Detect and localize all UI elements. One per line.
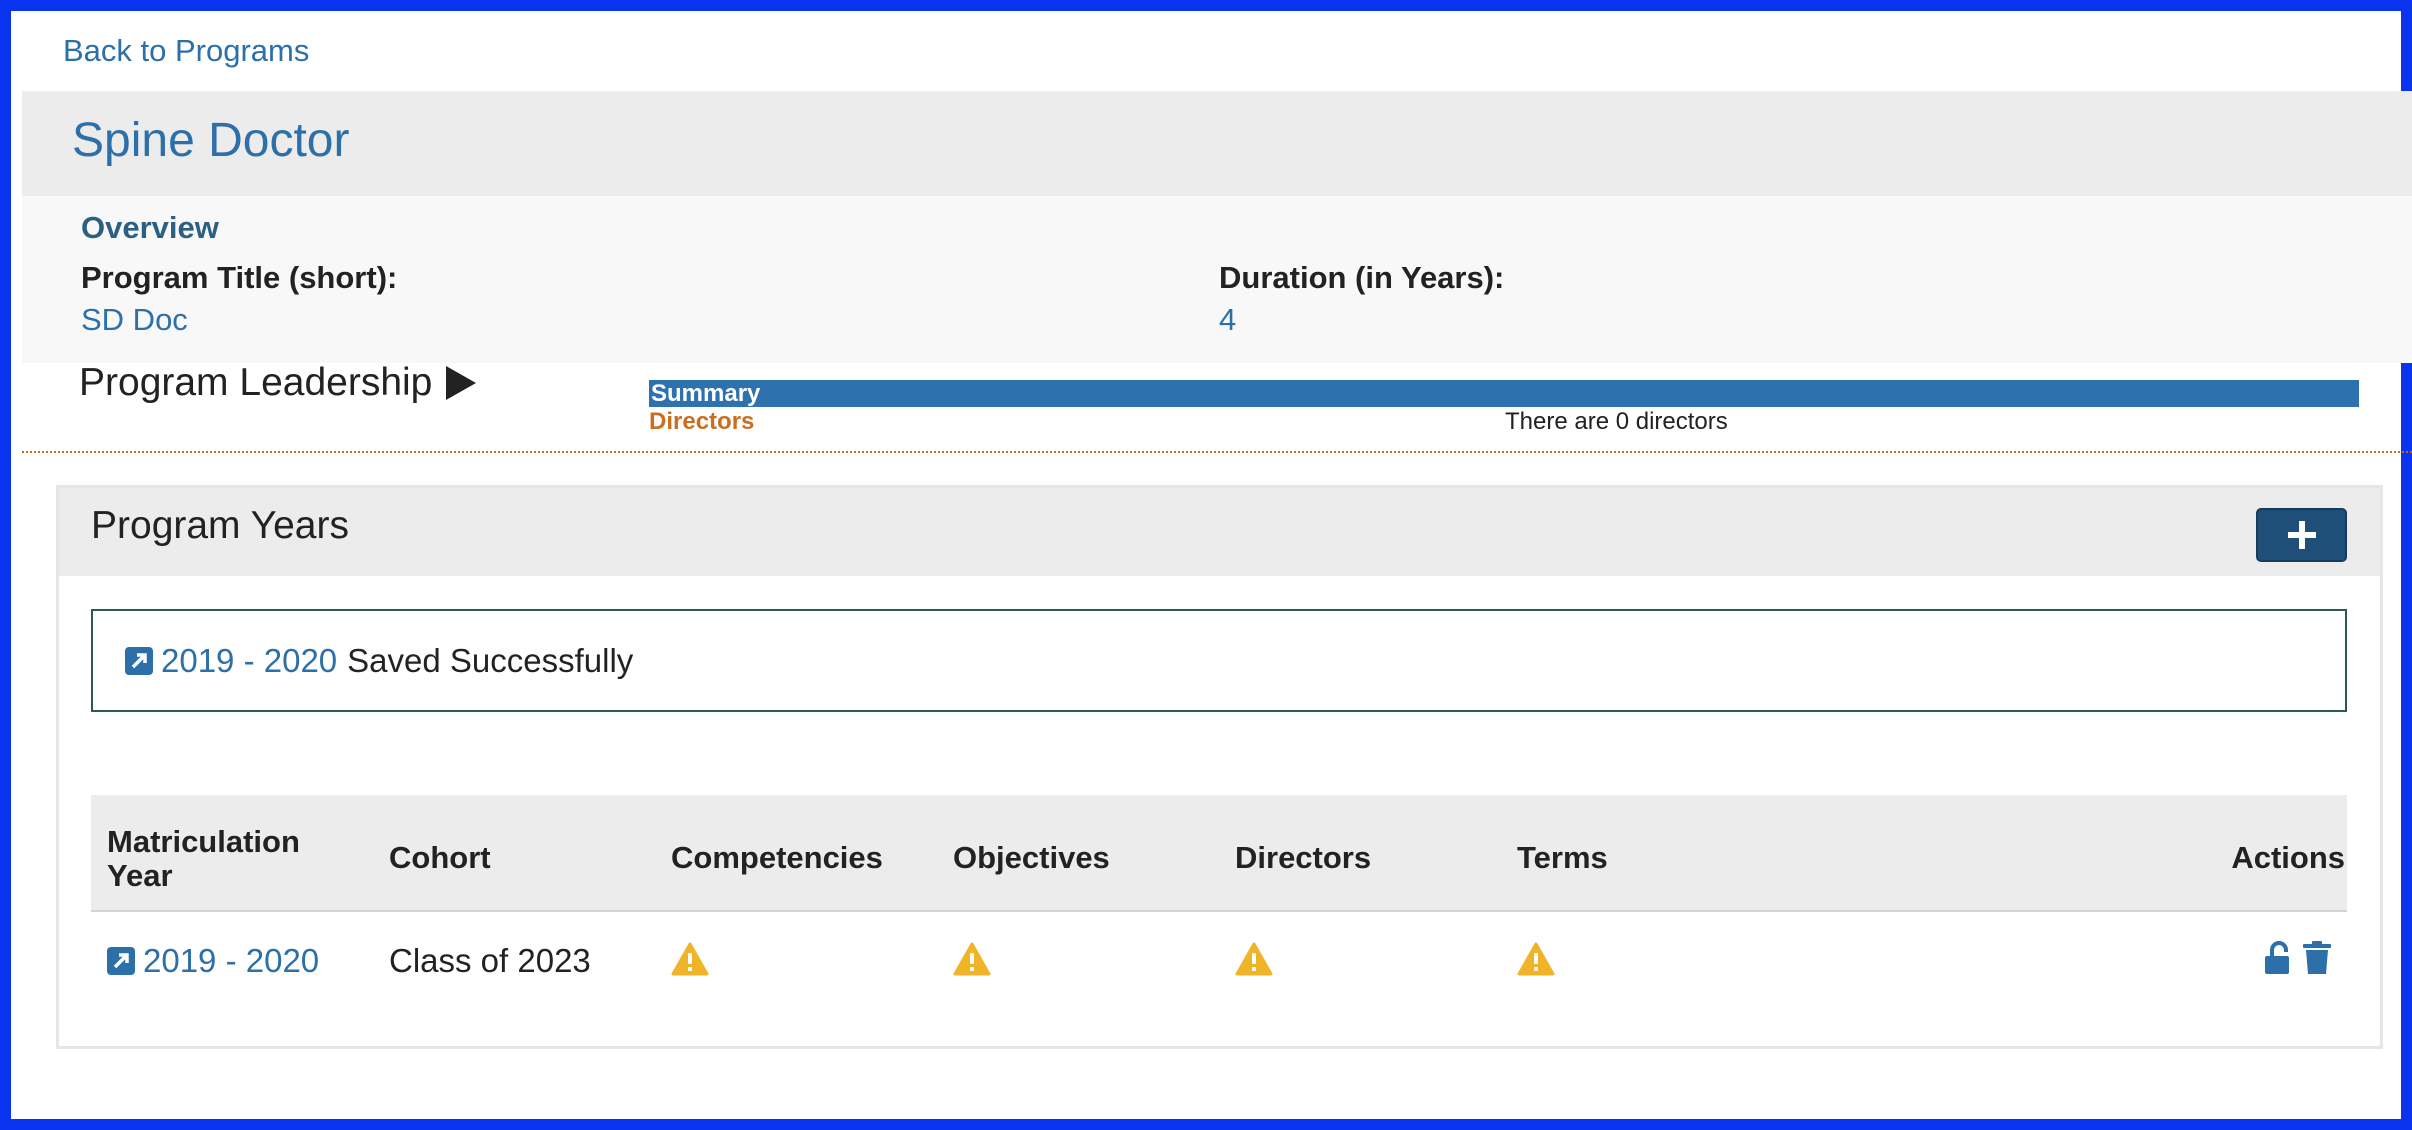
saved-success-message: 2019 - 2020 Saved Successfully bbox=[91, 609, 2347, 712]
terms-warning-icon bbox=[1517, 942, 1555, 976]
short-title-field: Program Title (short): SD Doc bbox=[81, 260, 397, 338]
col-matriculation-year: Matriculation Year bbox=[107, 824, 300, 893]
short-title-value[interactable]: SD Doc bbox=[81, 302, 397, 338]
col-directors: Directors bbox=[1235, 840, 1372, 875]
external-link-icon bbox=[107, 947, 135, 975]
objectives-warning-icon bbox=[953, 942, 991, 976]
external-link-icon bbox=[125, 646, 153, 675]
col-terms: Terms bbox=[1517, 840, 1608, 875]
table-header: Matriculation Year Cohort Competencies O… bbox=[91, 795, 2347, 912]
program-years-header: Program Years bbox=[59, 488, 2380, 576]
table-row: 2019 - 2020 Class of 2023 bbox=[91, 912, 2347, 1010]
short-title-label: Program Title (short): bbox=[81, 260, 398, 295]
saved-text: Saved Successfully bbox=[347, 641, 634, 679]
year-link-label: 2019 - 2020 bbox=[143, 942, 320, 979]
col-objectives: Objectives bbox=[953, 840, 1110, 875]
year-link[interactable]: 2019 - 2020 bbox=[107, 942, 319, 980]
directors-label: Directors bbox=[649, 408, 755, 435]
trash-icon[interactable] bbox=[2301, 940, 2333, 976]
section-divider bbox=[22, 451, 2412, 453]
program-years-title: Program Years bbox=[91, 504, 349, 547]
competencies-warning-icon bbox=[671, 942, 709, 976]
program-years-table: Matriculation Year Cohort Competencies O… bbox=[91, 795, 2347, 1010]
program-years-panel: Program Years 2019 - 2020 Saved Successf… bbox=[56, 485, 2383, 1049]
cohort-cell: Class of 2023 bbox=[389, 942, 591, 979]
saved-year-link[interactable]: 2019 - 2020 bbox=[161, 642, 337, 680]
title-band: Spine Doctor bbox=[22, 91, 2412, 196]
directors-warning-icon bbox=[1235, 942, 1273, 976]
duration-value[interactable]: 4 bbox=[1219, 302, 1504, 338]
row-actions bbox=[2263, 940, 2333, 976]
back-to-programs-link[interactable]: Back to Programs bbox=[63, 33, 309, 69]
page-frame: Back to Programs Spine Doctor Overview P… bbox=[0, 0, 2412, 1130]
directors-count-note: There are 0 directors bbox=[1505, 408, 1728, 435]
col-competencies: Competencies bbox=[671, 840, 883, 875]
program-leadership-title: Program Leadership bbox=[79, 361, 433, 404]
col-cohort: Cohort bbox=[389, 840, 491, 875]
add-program-year-button[interactable] bbox=[2256, 508, 2347, 562]
unlock-icon[interactable] bbox=[2263, 940, 2295, 976]
leadership-summary-bar: Summary bbox=[649, 380, 2359, 407]
program-leadership-toggle[interactable]: Program Leadership bbox=[79, 361, 477, 405]
overview-section: Overview Program Title (short): SD Doc D… bbox=[22, 196, 2412, 363]
expand-triangle-icon bbox=[446, 366, 477, 400]
page-title: Spine Doctor bbox=[72, 114, 350, 167]
duration-field: Duration (in Years): 4 bbox=[1219, 260, 1504, 338]
overview-heading: Overview bbox=[81, 210, 219, 245]
duration-label: Duration (in Years): bbox=[1219, 260, 1505, 295]
col-actions: Actions bbox=[2231, 840, 2345, 875]
